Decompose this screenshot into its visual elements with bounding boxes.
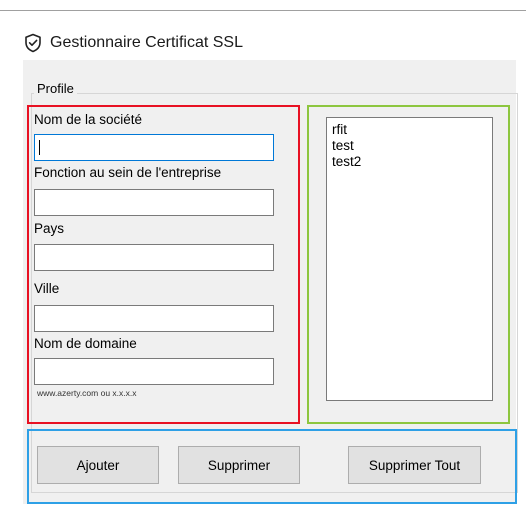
profile-group-label: Profile xyxy=(34,81,77,96)
function-label: Fonction au sein de l'entreprise xyxy=(34,165,222,180)
add-button[interactable]: Ajouter xyxy=(37,446,159,484)
city-label: Ville xyxy=(34,281,60,296)
shield-check-icon xyxy=(25,33,41,53)
domain-input[interactable] xyxy=(34,358,274,385)
city-input[interactable] xyxy=(34,305,274,332)
list-item[interactable]: rfit xyxy=(332,122,347,137)
country-label: Pays xyxy=(34,221,65,236)
delete-button[interactable]: Supprimer xyxy=(178,446,300,484)
domain-hint: www.azerty.com ou x.x.x.x xyxy=(37,388,137,398)
client-area: Profile Nom de la société Fonction au se… xyxy=(23,60,518,504)
country-input[interactable] xyxy=(34,244,274,271)
profiles-listbox[interactable]: rfit test test2 xyxy=(326,117,493,401)
delete-all-button[interactable]: Supprimer Tout xyxy=(348,446,481,484)
title-bar: Gestionnaire Certificat SSL xyxy=(0,11,526,53)
company-input[interactable] xyxy=(34,134,274,161)
list-item[interactable]: test2 xyxy=(332,154,361,169)
function-input[interactable] xyxy=(34,189,274,216)
window-title: Gestionnaire Certificat SSL xyxy=(50,34,243,51)
company-label: Nom de la société xyxy=(34,112,143,127)
text-caret xyxy=(39,140,40,155)
domain-label: Nom de domaine xyxy=(34,336,137,351)
list-item[interactable]: test xyxy=(332,138,354,153)
